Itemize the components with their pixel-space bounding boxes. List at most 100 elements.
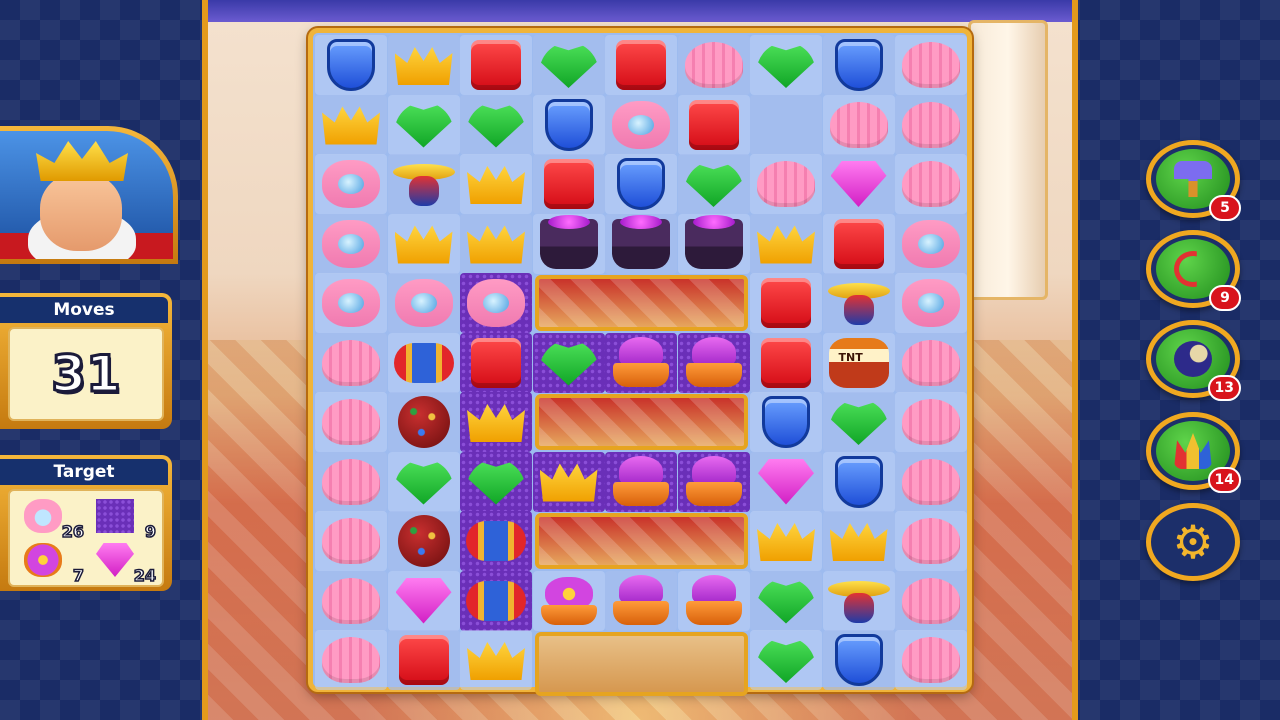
board-cell[interactable] — [895, 630, 967, 690]
game-board[interactable]: TNT — [308, 28, 972, 696]
board-cell[interactable] — [460, 570, 532, 631]
board-cell[interactable] — [677, 154, 750, 214]
board-cell[interactable] — [895, 451, 967, 512]
board-cell[interactable] — [387, 213, 460, 274]
board-cell[interactable] — [315, 332, 387, 393]
board-cell[interactable] — [387, 570, 460, 631]
crown-piece-icon — [467, 642, 525, 680]
board-cell[interactable] — [750, 213, 822, 274]
board-cell[interactable] — [895, 35, 967, 95]
board-cell[interactable] — [895, 392, 967, 452]
shell-piece-icon — [684, 42, 743, 88]
board-cell[interactable] — [315, 570, 387, 631]
board-cell[interactable] — [605, 332, 677, 393]
board-cell[interactable] — [822, 273, 895, 333]
board-cell[interactable] — [677, 570, 750, 631]
board-cell[interactable] — [532, 94, 605, 155]
board-cell[interactable] — [315, 630, 387, 690]
arrow-booster-button[interactable]: 9 — [1146, 230, 1241, 311]
green-piece-icon — [828, 401, 889, 445]
board-cell[interactable] — [822, 630, 895, 690]
board-cell[interactable] — [532, 332, 605, 393]
board-cell[interactable] — [677, 451, 750, 512]
board-cell[interactable] — [605, 213, 677, 274]
rocket-piece-icon — [466, 580, 526, 621]
cannon-booster-button[interactable]: 13 — [1146, 320, 1241, 401]
board-cell[interactable] — [387, 630, 460, 690]
board-cell[interactable] — [315, 213, 387, 274]
board-cell[interactable] — [750, 511, 822, 571]
board-cell[interactable] — [460, 154, 532, 214]
booster-count-badge: 9 — [1209, 285, 1241, 311]
board-cell[interactable] — [822, 213, 895, 274]
board-cell[interactable] — [532, 35, 605, 95]
board-cell[interactable] — [822, 94, 895, 155]
board-cell[interactable] — [677, 94, 750, 155]
jester-booster-button[interactable]: 14 — [1146, 412, 1241, 493]
board-cell[interactable] — [460, 35, 532, 95]
board-cell[interactable] — [677, 35, 750, 95]
board-cell[interactable] — [460, 273, 532, 333]
board-cell[interactable] — [895, 273, 967, 333]
board-cell[interactable] — [750, 451, 822, 512]
board-cell[interactable] — [605, 154, 677, 214]
board-cell[interactable] — [750, 332, 822, 393]
board-cell[interactable] — [460, 511, 532, 571]
board-cell[interactable] — [532, 213, 605, 274]
board-cell[interactable] — [895, 511, 967, 571]
board-cell[interactable] — [387, 451, 460, 512]
board-cell[interactable] — [532, 451, 605, 512]
board-cell[interactable] — [460, 332, 532, 393]
board-cell[interactable] — [315, 451, 387, 512]
board-cell[interactable] — [387, 154, 460, 214]
board-cell[interactable] — [605, 94, 677, 155]
board-cell[interactable] — [315, 94, 387, 155]
board-cell[interactable] — [895, 570, 967, 631]
board-cell[interactable] — [315, 154, 387, 214]
board-cell[interactable] — [460, 630, 532, 690]
board-cell[interactable] — [822, 511, 895, 571]
board-cell[interactable] — [895, 213, 967, 274]
board-cell[interactable]: TNT — [822, 332, 895, 393]
board-cell[interactable] — [677, 213, 750, 274]
board-cell[interactable] — [605, 35, 677, 95]
board-cell[interactable] — [387, 94, 460, 155]
board-cell[interactable] — [822, 570, 895, 631]
hammer-booster-button[interactable]: 5 — [1146, 140, 1241, 221]
board-cell[interactable] — [750, 630, 822, 690]
red-piece-icon — [471, 337, 521, 388]
board-cell[interactable] — [822, 35, 895, 95]
board-cell[interactable] — [750, 94, 822, 155]
board-cell[interactable] — [460, 451, 532, 512]
board-cell[interactable] — [822, 154, 895, 214]
board-cell[interactable] — [895, 332, 967, 393]
board-cell[interactable] — [677, 332, 750, 393]
board-cell[interactable] — [750, 154, 822, 214]
board-cell[interactable] — [532, 570, 605, 631]
board-cell[interactable] — [387, 511, 460, 571]
board-cell[interactable] — [750, 570, 822, 631]
board-cell[interactable] — [822, 451, 895, 512]
board-cell[interactable] — [750, 392, 822, 452]
settings-button[interactable]: ⚙ — [1146, 503, 1240, 581]
board-cell[interactable] — [895, 94, 967, 155]
board-cell[interactable] — [315, 511, 387, 571]
board-cell[interactable] — [460, 213, 532, 274]
board-cell[interactable] — [387, 273, 460, 333]
board-cell[interactable] — [315, 273, 387, 333]
board-cell[interactable] — [895, 154, 967, 214]
board-cell[interactable] — [605, 451, 677, 512]
board-cell[interactable] — [315, 35, 387, 95]
board-cell[interactable] — [315, 392, 387, 452]
board-cell[interactable] — [750, 35, 822, 95]
board-cell[interactable] — [387, 35, 460, 95]
board-cell[interactable] — [822, 392, 895, 452]
board-cell[interactable] — [387, 392, 460, 452]
board-cell[interactable] — [460, 94, 532, 155]
board-cell[interactable] — [532, 154, 605, 214]
shell-piece-icon — [902, 399, 960, 445]
board-cell[interactable] — [605, 570, 677, 631]
board-cell[interactable] — [387, 332, 460, 393]
board-cell[interactable] — [460, 392, 532, 452]
board-cell[interactable] — [750, 273, 822, 333]
